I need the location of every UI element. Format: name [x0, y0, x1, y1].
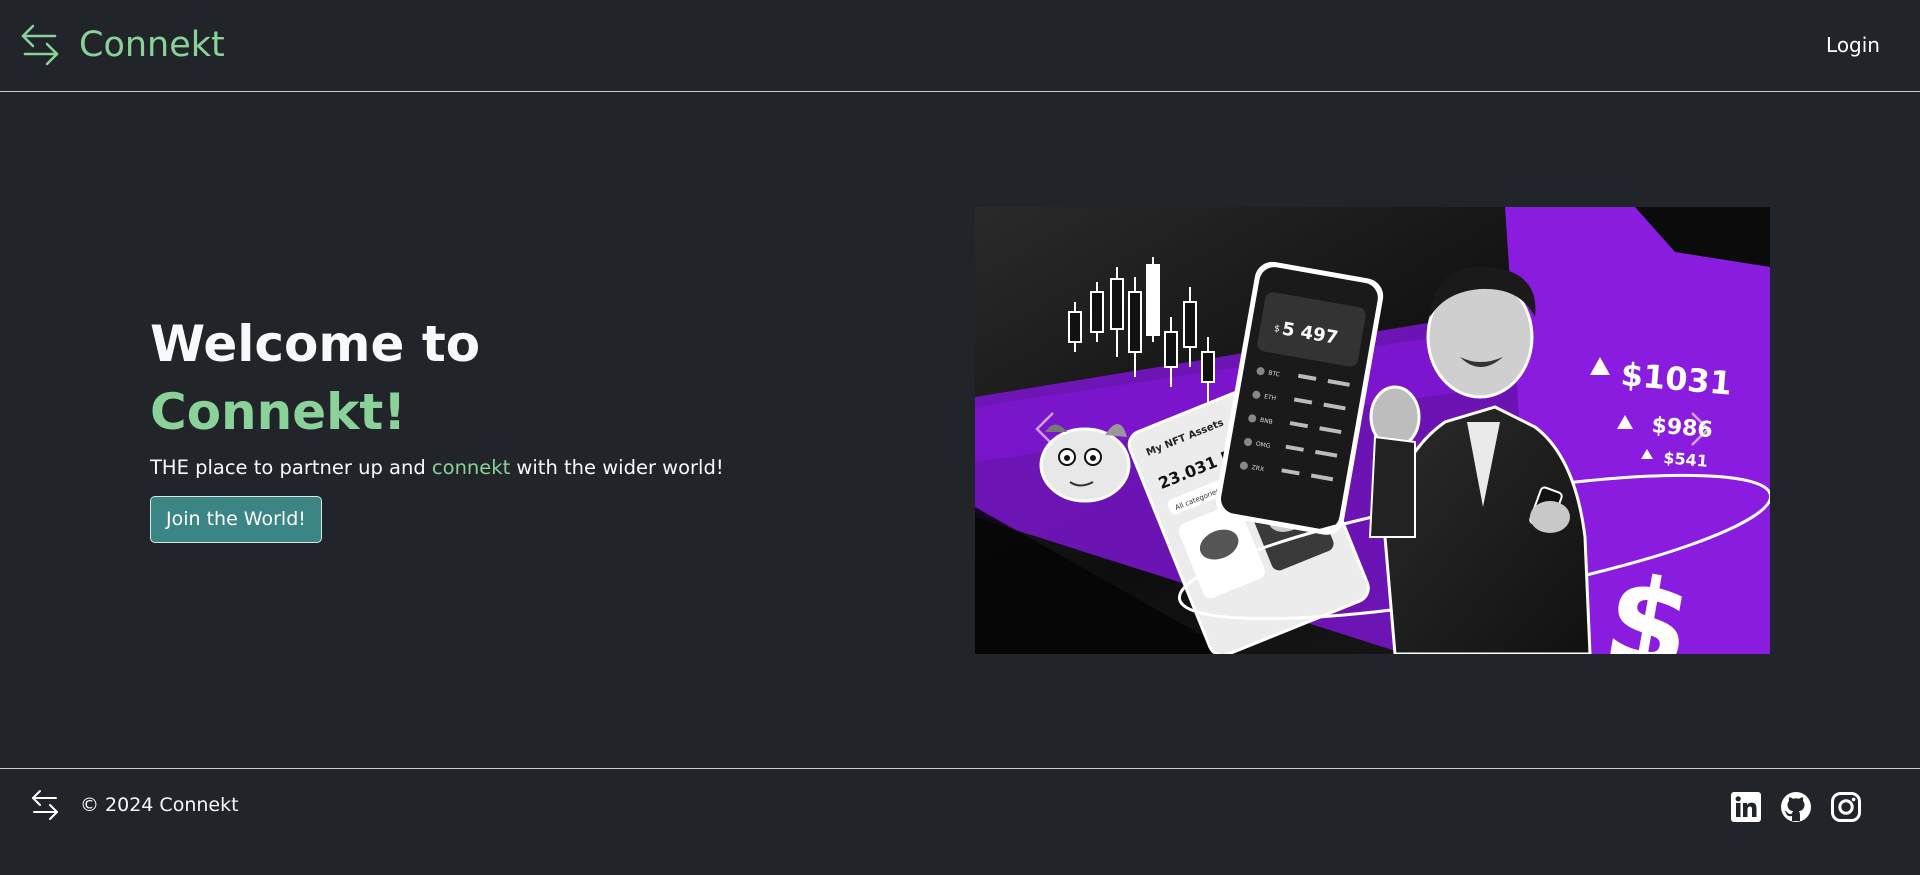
copyright-text: © 2024 Connekt	[80, 794, 239, 816]
hero-title-brand: Connekt!	[150, 383, 407, 441]
chevron-left-icon	[1035, 412, 1054, 446]
arrows-exchange-icon	[32, 790, 58, 820]
linkedin-icon[interactable]	[1730, 791, 1762, 823]
hero-section: Welcome to Connekt! THE place to partner…	[150, 312, 870, 543]
github-icon[interactable]	[1780, 791, 1812, 823]
instagram-icon[interactable]	[1830, 791, 1862, 823]
hero-title: Welcome to	[150, 315, 481, 373]
carousel-prev-button[interactable]	[1020, 397, 1070, 461]
hero-tagline: THE place to partner up and connekt with…	[150, 454, 870, 482]
brand-name: Connekt	[79, 25, 225, 65]
navbar: Connekt Login	[0, 0, 1920, 92]
hero-carousel[interactable]: My NFT Assets 23.031 ETH All categories	[975, 207, 1770, 654]
brand-link[interactable]: Connekt	[20, 24, 225, 66]
tagline-text-end: with the wider world!	[510, 456, 724, 479]
social-links	[1730, 791, 1862, 823]
login-link[interactable]: Login	[1826, 32, 1880, 58]
carousel-next-button[interactable]	[1675, 397, 1725, 461]
footer-brand[interactable]: © 2024 Connekt	[30, 789, 239, 821]
carousel-image: My NFT Assets 23.031 ETH All categories	[975, 207, 1770, 654]
chevron-right-icon	[1691, 412, 1710, 446]
join-button[interactable]: Join the World!	[150, 496, 322, 543]
footer: © 2024 Connekt	[0, 768, 1920, 875]
tagline-highlight: connekt	[431, 456, 511, 479]
tagline-text: THE place to partner up and	[150, 456, 432, 479]
arrows-exchange-icon	[21, 24, 59, 66]
